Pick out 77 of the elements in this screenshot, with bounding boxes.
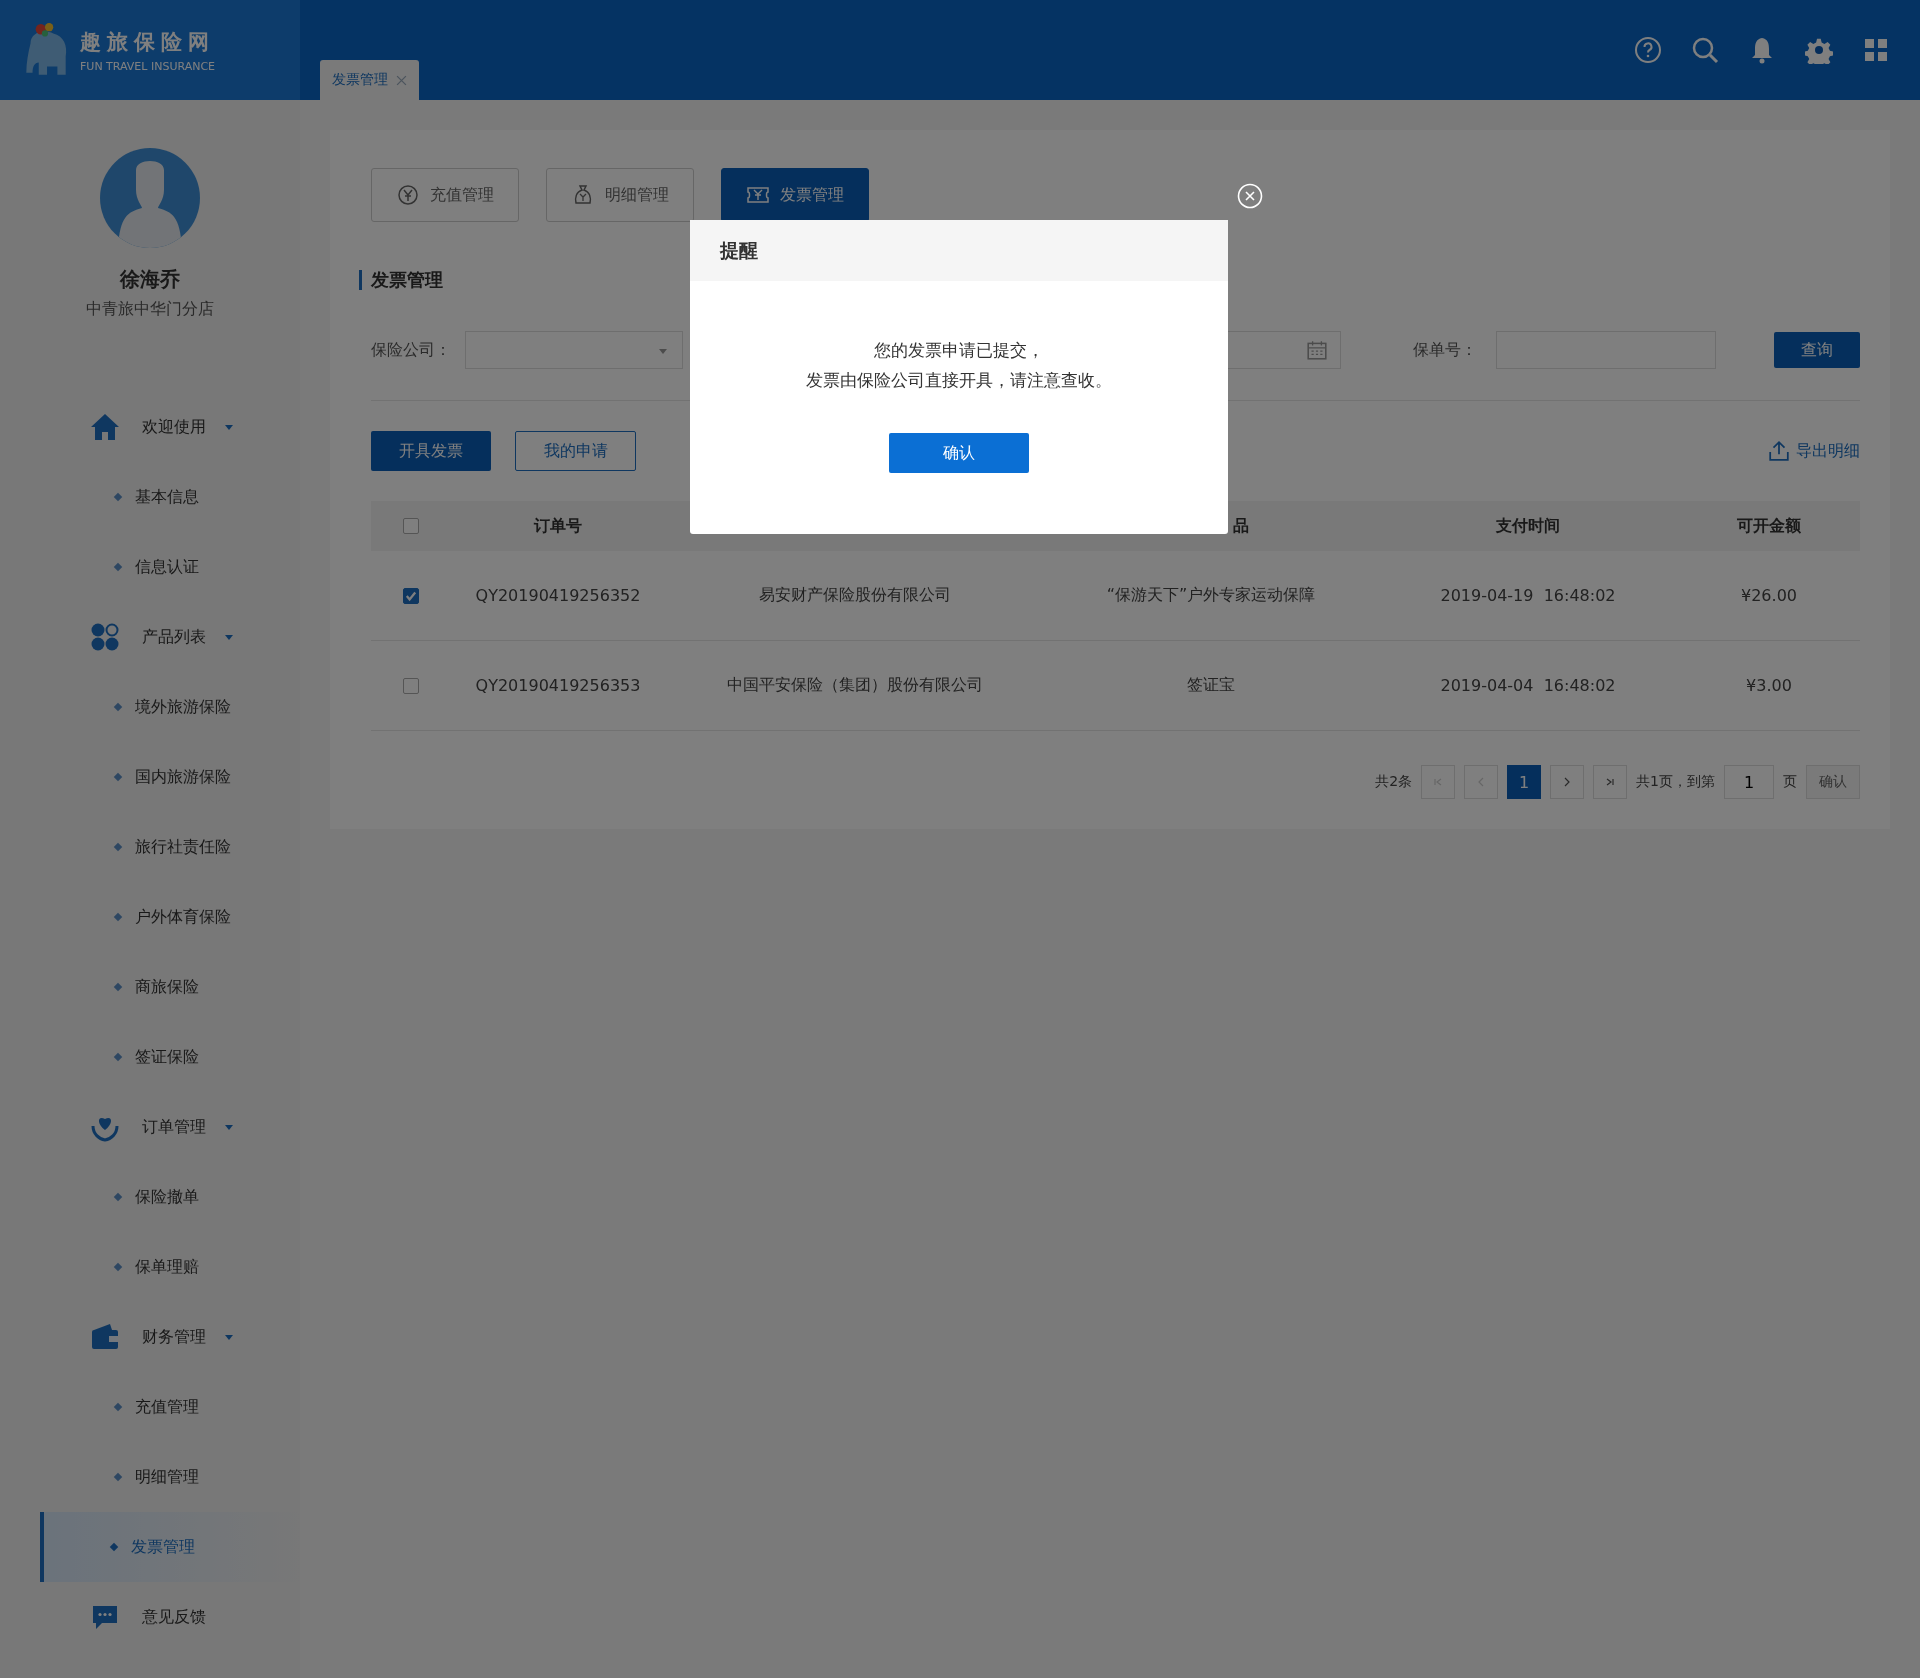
yuan-coin-icon [396,183,420,207]
menu-item[interactable]: 保单理赔 [40,1232,300,1302]
calendar-icon [1306,339,1328,361]
menu-item[interactable]: 国内旅游保险 [40,742,300,812]
menu-group[interactable]: 订单管理 [40,1092,300,1162]
table-cell: 2019-04-04 16:48:02 [1440,676,1616,695]
table-cell: 2019-04-19 16:48:02 [1440,586,1616,605]
section-tab[interactable]: 充值管理 [371,168,519,222]
issue-invoice-button[interactable]: 开具发票 [371,431,491,471]
page-count: 共1页，到第 [1636,773,1715,791]
menu-item[interactable]: 保险撤单 [40,1162,300,1232]
logo-subtitle: FUN TRAVEL INSURANCE [80,59,216,73]
dialog-message: 发票由保险公司直接开具，请注意查收。 [806,369,1112,392]
last-page-button[interactable] [1593,765,1628,799]
table-cell: 签证宝 [1187,675,1235,696]
table-cell: ¥26.00 [1741,586,1797,605]
last-page-icon [1605,777,1616,787]
table-cell: ¥3.00 [1746,676,1792,695]
menu-item[interactable]: 旅行社责任险 [40,812,300,882]
logo-title: 趣旅保险网 [80,28,216,56]
checkbox[interactable] [402,677,419,694]
table-cell: QY20190419256352 [475,586,641,605]
search-icon[interactable] [1691,36,1719,64]
upload-icon [1768,440,1790,462]
dropdown-arrow-icon [658,346,668,356]
column-header: 订单号 [534,515,582,537]
branch-name: 中青旅中华门分店 [86,299,214,320]
page-input[interactable]: 1 [1724,765,1774,799]
page-unit: 页 [1783,773,1797,791]
menu-item[interactable]: 境外旅游保险 [40,672,300,742]
menu-item[interactable]: 商旅保险 [40,952,300,1022]
page-number[interactable]: 1 [1507,765,1542,799]
menu-item[interactable]: 签证保险 [40,1022,300,1092]
first-page-icon [1433,777,1444,787]
export-link[interactable]: 导出明细 [1768,440,1860,462]
previous-page-button[interactable] [1464,765,1499,799]
table-cell: 易安财产保险股份有限公司 [759,585,951,606]
column-header: 品 [1233,515,1249,537]
page-tab[interactable]: 发票管理 [320,60,419,100]
menu-group[interactable]: 欢迎使用 [40,392,300,462]
section-tab[interactable]: 明细管理 [546,168,694,222]
filter-label: 保单号： [1413,339,1478,361]
close-icon[interactable] [396,74,407,86]
menu-item[interactable]: 户外体育保险 [40,882,300,952]
menu-group[interactable]: 意见反馈 [40,1582,300,1652]
dialog-message: 您的发票申请已提交， [874,339,1044,362]
confirm-button[interactable]: 确认 [1806,765,1860,799]
home-icon [90,412,120,442]
menu-group[interactable]: 财务管理 [40,1302,300,1372]
confirm-button[interactable]: 确认 [889,433,1029,473]
first-page-button[interactable] [1421,765,1456,799]
table-cell: “保游天下”户外专家运动保障 [1106,585,1316,606]
menu-item[interactable]: 明细管理 [40,1442,300,1512]
dialog-title: 提醒 [720,237,758,263]
menu-group[interactable]: 产品列表 [40,602,300,672]
column-header: 可开金额 [1737,515,1801,537]
total-count: 共2条 [1375,773,1413,791]
next-page-button[interactable] [1550,765,1585,799]
table-cell: QY20190419256353 [475,676,641,695]
section-tab[interactable]: 发票管理 [721,168,869,222]
menu-item[interactable]: 信息认证 [40,532,300,602]
grid-icon [90,622,120,652]
checkbox[interactable] [402,518,419,534]
query-button[interactable]: 查询 [1774,332,1860,368]
company-select[interactable] [465,331,683,369]
menu-item[interactable]: 充值管理 [40,1372,300,1442]
menu-item[interactable]: 基本信息 [40,462,300,532]
filter-label: 保险公司： [371,339,451,361]
applications-button[interactable]: 我的申请 [515,431,636,471]
checkbox[interactable] [402,587,419,604]
table-cell: 中国平安保险（集团）股份有限公司 [727,675,983,696]
wallet-icon [90,1322,120,1352]
user-name: 徐海乔 [120,266,180,293]
settings-icon[interactable] [1805,36,1833,64]
apps-icon[interactable] [1862,36,1890,64]
column-header: 支付时间 [1496,515,1560,537]
help-icon[interactable] [1634,36,1662,64]
